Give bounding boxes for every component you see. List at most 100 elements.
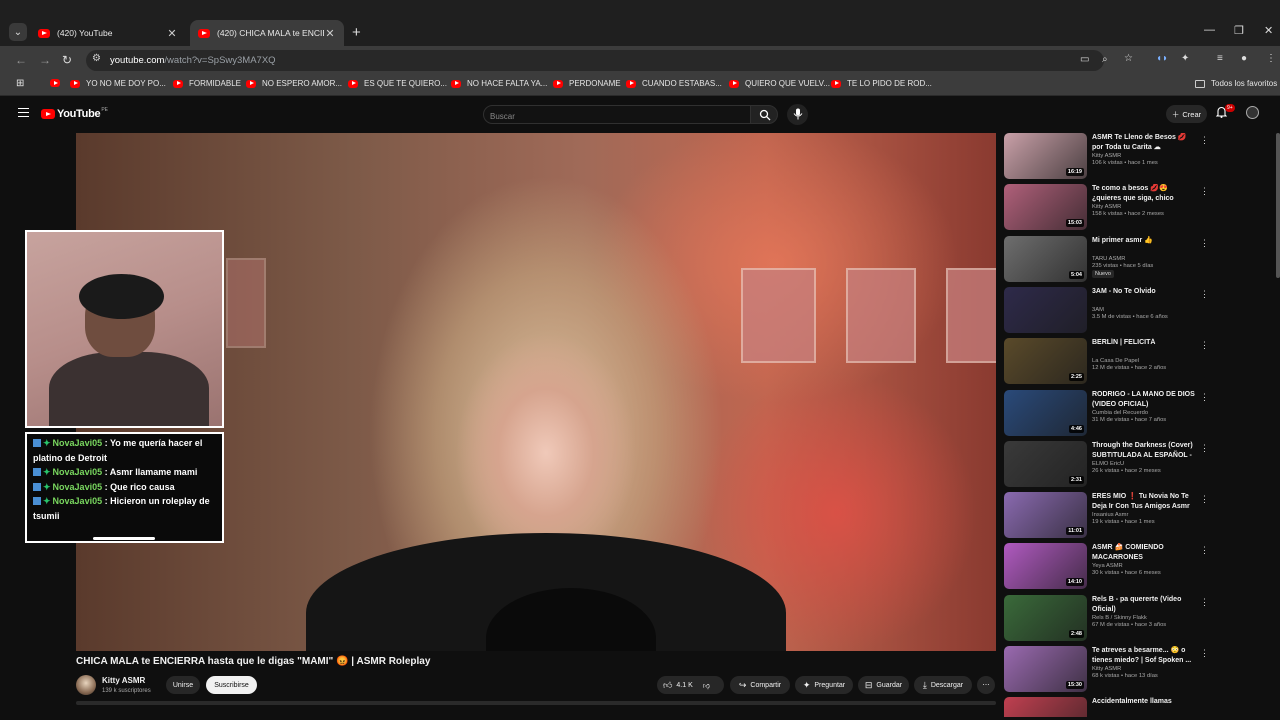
ask-button[interactable]: ✦ Preguntar — [795, 676, 853, 694]
bookmark-item[interactable]: CUANDO ESTABAS... — [626, 79, 722, 88]
more-vertical-icon[interactable]: ⋮ — [1200, 443, 1209, 454]
video-thumbnail[interactable]: 2:48 — [1004, 594, 1087, 641]
more-vertical-icon[interactable]: ⋮ — [1200, 238, 1209, 249]
back-arrow-icon[interactable]: ← — [15, 53, 27, 67]
bookmark-item[interactable]: FORMIDABLE — [173, 79, 241, 88]
browser-tab-youtube[interactable]: (420) YouTube ✕ — [30, 20, 186, 46]
reload-icon[interactable]: ↻ — [62, 53, 72, 67]
new-tab-button[interactable]: + — [352, 24, 361, 41]
close-tab-icon[interactable]: ✕ — [166, 27, 178, 40]
recommended-video[interactable]: 14:10 ASMR 🍰 COMIENDO MACARRONES Yeya ASMR… — [1004, 543, 1209, 590]
search-input[interactable] — [490, 112, 730, 121]
recommended-video[interactable]: 5:04 Mi primer asmr 👍 TARU ASMR 235 vistas … — [1004, 235, 1209, 282]
recommended-channel[interactable]: Rels B / Skinny Flakk — [1092, 615, 1147, 621]
video-thumbnail[interactable]: 2:31 — [1004, 440, 1087, 487]
video-thumbnail[interactable]: 15:30 — [1004, 646, 1087, 692]
recommended-video[interactable]: 16:19 ASMR Te Lleno de Besos 💋 por Toda t… — [1004, 133, 1209, 179]
more-vertical-icon[interactable]: ⋮ — [1200, 545, 1209, 556]
tab-search-dropdown[interactable]: ⌄ — [9, 23, 27, 41]
restore-window-icon[interactable]: ❐ — [1234, 24, 1244, 37]
voice-search-button[interactable] — [787, 104, 808, 125]
recommended-video[interactable]: 3AM - No Te Olvido 3AM 3.5 M de vistas • h… — [1004, 286, 1209, 333]
bookmark-item[interactable] — [50, 79, 66, 87]
youtube-logo[interactable]: YouTube PE — [41, 107, 108, 120]
video-thumbnail[interactable]: 11:01 — [1004, 492, 1087, 539]
browser-menu-icon[interactable]: ⋮ — [1266, 53, 1276, 64]
recommended-video[interactable]: 2:25 BERLÍN | FELICITÁ La Casa De Papel 12 … — [1004, 338, 1209, 385]
recommended-video[interactable]: 11:01 ERES MIO ❗ Tu Novia No Te Deja Ir C… — [1004, 492, 1209, 539]
more-vertical-icon[interactable]: ⋮ — [1200, 648, 1209, 659]
account-avatar[interactable] — [1246, 106, 1259, 119]
recommended-video[interactable]: 15:30 Te atreves a besarme... 😳 o tienes … — [1004, 646, 1209, 692]
bookmark-item[interactable]: TE LO PIDO DE ROD... — [831, 79, 932, 88]
recommended-video-title[interactable]: Te atreves a besarme... 😳 o tienes miedo… — [1092, 646, 1196, 666]
search-button[interactable] — [750, 105, 778, 124]
media-control-icon[interactable]: ≡ — [1217, 53, 1223, 64]
recommended-channel[interactable]: Kitty ASMR — [1092, 153, 1121, 159]
recommended-channel[interactable]: 3AM — [1092, 307, 1104, 313]
recommended-video-title[interactable]: ASMR Te Lleno de Besos 💋 por Toda tu Car… — [1092, 133, 1196, 153]
more-vertical-icon[interactable]: ⋮ — [1200, 494, 1209, 505]
guide-menu-icon[interactable] — [18, 108, 29, 117]
more-vertical-icon[interactable]: ⋮ — [1200, 392, 1209, 403]
more-vertical-icon[interactable]: ⋮ — [1200, 340, 1209, 351]
video-thumbnail[interactable]: 16:19 — [1004, 133, 1087, 179]
recommended-channel[interactable]: ELMO EricU — [1092, 461, 1124, 467]
bookmark-item[interactable]: ES QUE TE QUIERO... — [348, 79, 447, 88]
recommended-video[interactable]: Accidentalmente llamas⋮ — [1004, 697, 1200, 718]
apps-grid-icon[interactable]: ⊞ — [16, 78, 24, 89]
recommended-video[interactable]: 15:03 Te como a besos 💋😍 ¿quieres que sig… — [1004, 184, 1209, 231]
minimize-window-icon[interactable]: — — [1204, 24, 1215, 36]
recommended-video[interactable]: 4:46 RODRIGO - LA MANO DE DIOS (VIDEO OFI… — [1004, 389, 1209, 436]
save-button[interactable]: ⊟ Guardar — [858, 676, 909, 694]
recommended-video-title[interactable]: ASMR 🍰 COMIENDO MACARRONES — [1092, 543, 1196, 563]
thumbs-down-icon[interactable]: 👎︎ — [703, 681, 710, 690]
create-button[interactable]: ＋ Crear — [1166, 105, 1207, 123]
download-button[interactable]: ⤓ Descargar — [914, 676, 972, 694]
recommended-channel[interactable]: Cumbia del Recuerdo — [1092, 410, 1148, 416]
bookmark-item[interactable]: NO HACE FALTA YA... — [451, 79, 547, 88]
close-window-icon[interactable]: ✕ — [1264, 24, 1273, 37]
recommended-video-title[interactable]: BERLÍN | FELICITÁ — [1092, 338, 1196, 348]
recommended-channel[interactable]: TARU ASMR — [1092, 256, 1125, 262]
page-scrollbar[interactable] — [1276, 133, 1280, 278]
bookmark-item[interactable]: PERDONAME — [553, 79, 621, 88]
extensions-puzzle-icon[interactable]: ✦ — [1181, 53, 1189, 64]
recommended-channel[interactable]: Kitty ASMR — [1092, 204, 1121, 210]
bookmark-item[interactable]: NO ESPERO AMOR... — [246, 79, 342, 88]
bookmark-item[interactable]: YO NO ME DOY PO... — [70, 79, 166, 88]
recommended-video-title[interactable]: Rels B - pa quererte (Video Oficial) — [1092, 595, 1196, 615]
join-button[interactable]: Unirse — [166, 676, 200, 694]
site-info-icon[interactable]: ⚙ — [92, 53, 101, 64]
more-vertical-icon[interactable]: ⋮ — [1200, 289, 1209, 300]
recommended-channel[interactable]: Kitty ASMR — [1092, 666, 1121, 672]
recommended-video-title[interactable]: Accidentalmente llamas — [1092, 697, 1196, 707]
recommended-video-title[interactable]: Through the Darkness (Cover) SUBTITULADA… — [1092, 441, 1196, 461]
all-bookmarks-folder[interactable]: Todos los favoritos — [1195, 79, 1277, 88]
bookmark-item[interactable]: QUIERO QUE VUELV... — [729, 79, 830, 88]
recommended-video-title[interactable]: Te como a besos 💋😍 ¿quieres que siga, ch… — [1092, 184, 1196, 204]
close-tab-icon[interactable]: ✕ — [324, 27, 336, 40]
channel-name[interactable]: Kitty ASMR — [102, 676, 145, 685]
profile-icon[interactable]: ● — [1241, 53, 1247, 64]
video-thumbnail[interactable]: 2:25 — [1004, 338, 1087, 385]
bookmark-star-icon[interactable]: ☆ — [1124, 53, 1133, 64]
recommended-video-title[interactable]: Mi primer asmr 👍 — [1092, 236, 1196, 246]
forward-arrow-icon[interactable]: → — [39, 53, 51, 67]
more-vertical-icon[interactable]: ⋮ — [1200, 135, 1209, 146]
video-thumbnail[interactable] — [1004, 286, 1087, 333]
video-thumbnail[interactable] — [1004, 697, 1087, 718]
address-bar[interactable]: ⚙ youtube.com/watch?v=SpSwy3MA7XQ ▭ ⌕ ☆ — [86, 50, 1133, 71]
recommended-video-title[interactable]: 3AM - No Te Olvido — [1092, 287, 1196, 297]
recommended-channel[interactable]: Insanius Asmr — [1092, 512, 1128, 518]
video-thumbnail[interactable]: 15:03 — [1004, 184, 1087, 231]
more-vertical-icon[interactable]: ⋮ — [1200, 186, 1209, 197]
recommended-video[interactable]: 2:31 Through the Darkness (Cover) SUBTITU… — [1004, 440, 1209, 487]
share-button[interactable]: ↪ Compartir — [730, 676, 790, 694]
recommended-video-title[interactable]: RODRIGO - LA MANO DE DIOS (VIDEO OFICIAL… — [1092, 390, 1196, 410]
recommended-channel[interactable]: La Casa De Papel — [1092, 358, 1139, 364]
more-actions-button[interactable]: ⋯ — [977, 676, 995, 694]
recommended-channel[interactable]: Yeya ASMR — [1092, 563, 1123, 569]
extension-audio-icon[interactable]: ◖◗ — [1156, 53, 1168, 64]
recommended-video[interactable]: 2:48 Rels B - pa quererte (Video Oficial)… — [1004, 594, 1209, 641]
